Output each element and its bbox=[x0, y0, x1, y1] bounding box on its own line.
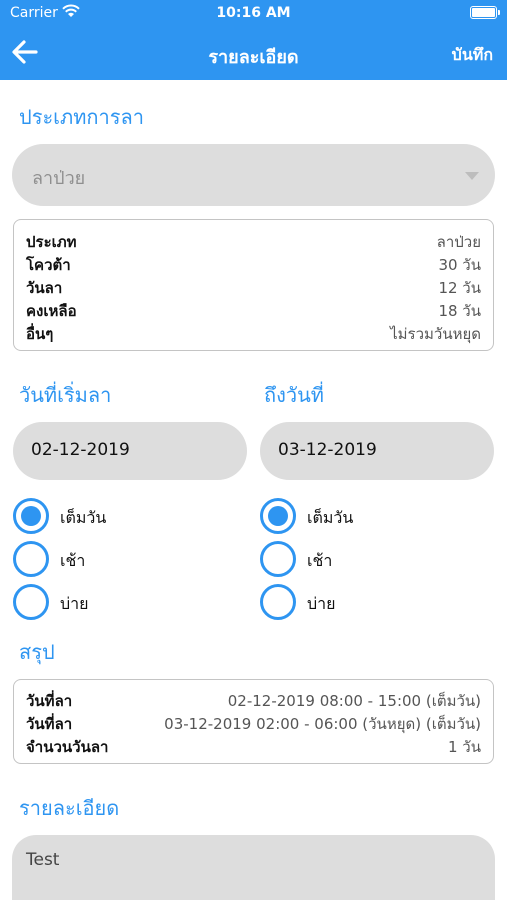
quota-row: ประเภท ลาป่วย bbox=[14, 228, 493, 251]
start-date-field[interactable]: 02-12-2019 bbox=[13, 422, 247, 480]
start-radio-afternoon[interactable] bbox=[13, 584, 49, 620]
save-button[interactable]: บันทึก bbox=[452, 43, 493, 68]
end-option-label: เช้า bbox=[307, 551, 333, 570]
summary-row: จำนวนวันลา 1 วัน bbox=[14, 733, 493, 756]
nav-bar: Carrier 10:16 AM รายละเอียด บันทึก bbox=[0, 0, 507, 80]
end-option-label: เต็มวัน bbox=[307, 508, 354, 527]
leave-type-select[interactable]: ลาป่วย bbox=[12, 144, 495, 206]
quota-value: ไม่รวมวันหยุด bbox=[390, 325, 481, 343]
leave-type-value: ลาป่วย bbox=[32, 168, 86, 189]
detail-value: Test bbox=[26, 850, 60, 870]
summary-label: สรุป bbox=[19, 640, 55, 664]
battery-icon bbox=[470, 6, 500, 19]
summary-key: จำนวนวันลา bbox=[26, 738, 109, 756]
summary-value: 1 วัน bbox=[448, 738, 481, 756]
start-radio-morning[interactable] bbox=[13, 541, 49, 577]
leave-type-label: ประเภทการลา bbox=[19, 105, 144, 129]
end-radio-morning[interactable] bbox=[260, 541, 296, 577]
end-radio-afternoon[interactable] bbox=[260, 584, 296, 620]
status-bar: Carrier 10:16 AM bbox=[0, 0, 507, 28]
start-option-label: เต็มวัน bbox=[60, 508, 107, 527]
status-time: 10:16 AM bbox=[216, 5, 291, 21]
summary-box: วันที่ลา 02-12-2019 08:00 - 15:00 (เต็มว… bbox=[13, 679, 494, 764]
detail-textarea[interactable]: Test bbox=[12, 835, 495, 900]
end-radio-full-day[interactable] bbox=[260, 498, 296, 534]
radio-selected-dot bbox=[268, 506, 288, 526]
page-title: รายละเอียด bbox=[208, 47, 299, 68]
caret-down-icon bbox=[465, 172, 479, 180]
end-date-label: ถึงวันที่ bbox=[264, 383, 324, 407]
quota-row: อื่นๆ ไม่รวมวันหยุด bbox=[14, 320, 493, 343]
quota-box: ประเภท ลาป่วย โควต้า 30 วัน วันลา 12 วัน… bbox=[13, 219, 494, 351]
start-radio-full-day[interactable] bbox=[13, 498, 49, 534]
quota-row: วันลา 12 วัน bbox=[14, 274, 493, 297]
start-option-label: เช้า bbox=[60, 551, 86, 570]
quota-row: โควต้า 30 วัน bbox=[14, 251, 493, 274]
end-date-value: 03-12-2019 bbox=[278, 440, 377, 460]
start-option-label: บ่าย bbox=[60, 594, 89, 613]
start-date-label: วันที่เริ่มลา bbox=[19, 383, 112, 407]
radio-selected-dot bbox=[21, 506, 41, 526]
summary-row: วันที่ลา 03-12-2019 02:00 - 06:00 (วันหย… bbox=[14, 710, 493, 733]
quota-row: คงเหลือ 18 วัน bbox=[14, 297, 493, 320]
quota-key: อื่นๆ bbox=[26, 325, 54, 343]
detail-label: รายละเอียด bbox=[19, 796, 120, 820]
start-date-value: 02-12-2019 bbox=[31, 440, 130, 460]
summary-row: วันที่ลา 02-12-2019 08:00 - 15:00 (เต็มว… bbox=[14, 687, 493, 710]
end-date-field[interactable]: 03-12-2019 bbox=[260, 422, 494, 480]
end-option-label: บ่าย bbox=[307, 594, 336, 613]
